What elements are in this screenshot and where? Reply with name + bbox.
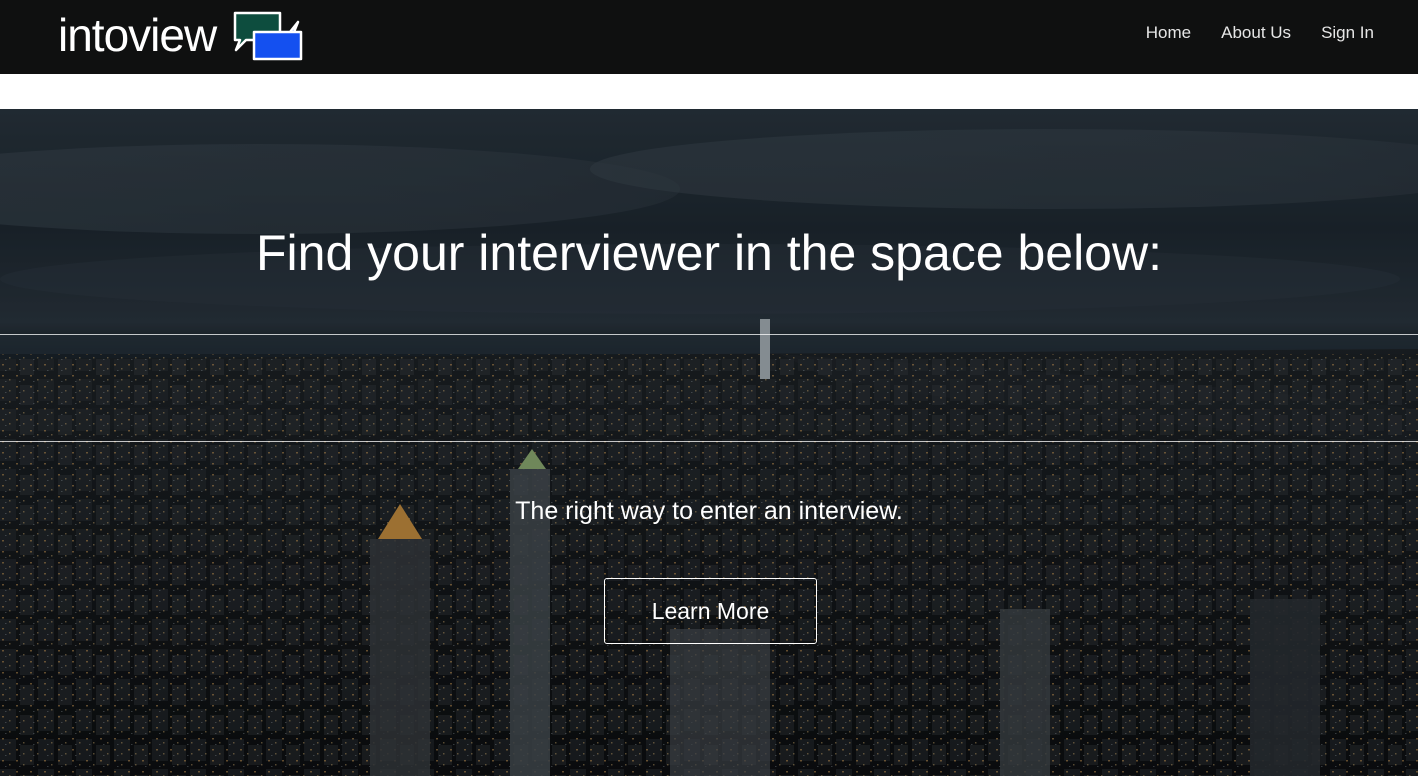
brand-name: intoview <box>58 9 217 61</box>
nav-link-about-us[interactable]: About Us <box>1221 23 1291 43</box>
brand-link[interactable]: intoview <box>58 6 304 64</box>
learn-more-button[interactable]: Learn More <box>604 578 817 644</box>
nav-link-sign-in[interactable]: Sign In <box>1321 23 1374 43</box>
interviewer-search-band <box>0 334 1418 443</box>
chat-bubbles-icon <box>233 11 303 61</box>
navbar: intoview Home About Us Sign In <box>0 0 1418 74</box>
hero-title: Find your interviewer in the space below… <box>255 225 1162 281</box>
hero-section: Find your interviewer in the space below… <box>0 109 1418 776</box>
interviewer-search-input[interactable] <box>0 335 1418 443</box>
hero-tagline: The right way to enter an interview. <box>515 497 903 525</box>
nav-menu: Home About Us Sign In <box>1116 0 1374 66</box>
nav-link-home[interactable]: Home <box>1146 23 1191 43</box>
